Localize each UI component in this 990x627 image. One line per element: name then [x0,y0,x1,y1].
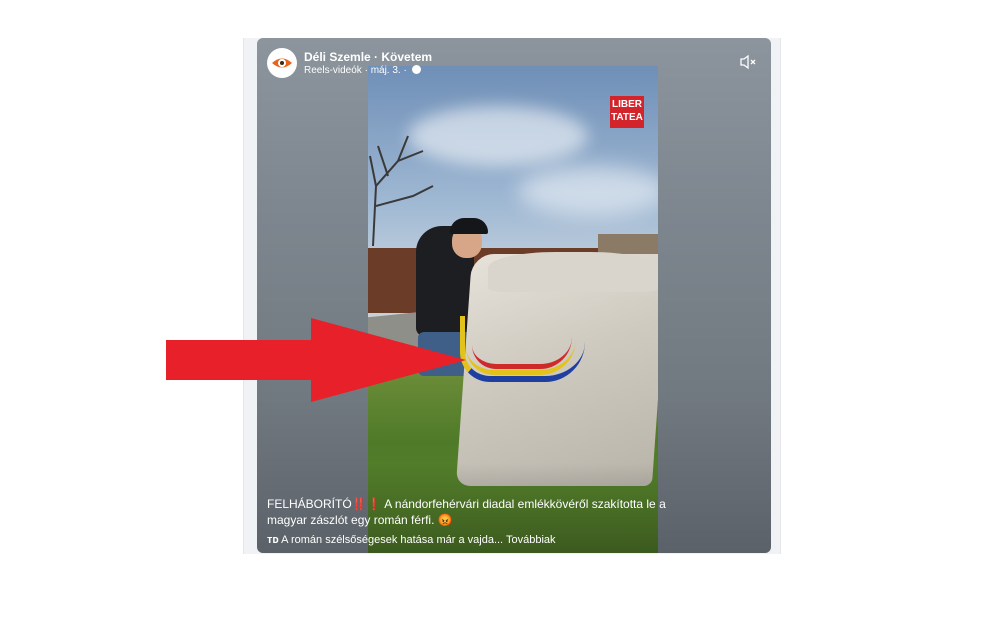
caption-preview-text: A román szélsőségesek hatása már a vajda… [278,534,504,546]
red-arrow-annotation [166,318,466,402]
tricolor-ribbon [472,320,572,369]
eye-logo-icon [271,52,293,74]
angry-emoji: 😡 [437,513,453,527]
tree-branches [369,135,434,246]
sky-cloud [518,166,658,216]
page-avatar[interactable] [267,48,297,78]
reel-video[interactable]: LIBER TATEA [368,66,658,553]
exclamation-emoji: ‼️❗ [351,497,382,511]
speaker-muted-icon[interactable] [739,54,757,70]
watermark-line: LIBER [612,99,642,110]
post-meta: Reels-videók · máj. 3. · [304,65,421,76]
watermark-line: TATEA [611,112,643,123]
reel-card[interactable]: LIBER TATEA Déli Szemle · Követem Reels-… [257,38,771,553]
see-more-link[interactable]: Továbbiak [506,534,556,546]
caption-headline: FELHÁBORÍTÓ [267,497,352,511]
memorial-stone-top [488,252,658,292]
page-name-link[interactable]: Déli Szemle · Követem [304,50,432,64]
post-caption: FELHÁBORÍTÓ‼️❗ A nándorfehérvári diadal … [267,496,677,528]
post-meta-text: Reels-videók · máj. 3. · [304,65,407,76]
caption-prefix: тᴅ [267,534,279,546]
globe-icon [411,65,421,74]
caption-preview: тᴅ A román szélsőségesek hatása már a va… [267,534,556,546]
libertatea-watermark: LIBER TATEA [610,96,644,128]
man-cap [450,218,488,234]
